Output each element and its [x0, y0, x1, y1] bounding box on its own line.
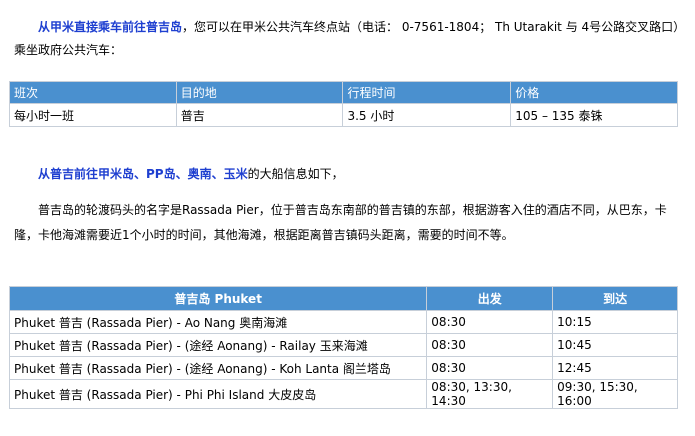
header-cell: 行程时间 — [342, 81, 512, 104]
arrival-cell: 09:30, 15:30, 16:00 — [552, 379, 678, 409]
boat-schedule-table: 普吉岛 Phuket 出发 到达 Phuket 普吉 (Rassada Pier… — [8, 286, 678, 409]
header-cell: 班次 — [9, 81, 177, 104]
departure-cell: 08:30 — [426, 310, 554, 334]
boat-intro-paragraph: 从普吉前往甲米岛、PP岛、奥南、玉米的大船信息如下， — [14, 163, 682, 186]
departure-cell: 08:30 — [426, 333, 554, 357]
route-cell: Phuket 普吉 (Rassada Pier) - (途经 Aonang) -… — [8, 333, 428, 357]
route-cell: Phuket 普吉 (Rassada Pier) - Ao Nang 奥南海滩 — [8, 310, 428, 334]
arrival-cell: 10:45 — [552, 333, 678, 357]
header-cell: 普吉岛 Phuket — [8, 286, 428, 311]
table-header-row: 班次 目的地 行程时间 价格 — [9, 81, 678, 104]
departure-cell: 08:30 — [426, 356, 554, 380]
arrival-cell: 12:45 — [552, 356, 678, 380]
table-row: Phuket 普吉 (Rassada Pier) - (途经 Aonang) -… — [8, 333, 678, 357]
table-row: Phuket 普吉 (Rassada Pier) - Ao Nang 奥南海滩 … — [8, 310, 678, 334]
intro-paragraph: 从甲米直接乘车前往普吉岛，您可以在甲米公共汽车终点站（电话： 0-7561-18… — [14, 16, 682, 62]
table-header-row: 普吉岛 Phuket 出发 到达 — [8, 286, 678, 311]
header-cell: 到达 — [552, 286, 678, 311]
table-row: Phuket 普吉 (Rassada Pier) - (途经 Aonang) -… — [8, 356, 678, 380]
departure-cell: 08:30, 13:30, 14:30 — [426, 379, 554, 409]
header-cell: 价格 — [510, 81, 678, 104]
arrival-cell: 10:15 — [552, 310, 678, 334]
header-cell: 目的地 — [175, 81, 344, 104]
boat-intro-highlight: 从普吉前往甲米岛、PP岛、奥南、玉米 — [38, 167, 248, 181]
header-cell: 出发 — [426, 286, 554, 311]
table-row: 每小时一班 普吉 3.5 小时 105 – 135 泰铢 — [9, 103, 678, 127]
pier-paragraph: 普吉岛的轮渡码头的名字是Rassada Pier，位于普吉岛东南部的普吉镇的东部… — [14, 203, 667, 242]
table-row: Phuket 普吉 (Rassada Pier) - Phi Phi Islan… — [8, 379, 678, 409]
route-cell: Phuket 普吉 (Rassada Pier) - (途经 Aonang) -… — [8, 356, 428, 380]
intro-highlight: 从甲米直接乘车前往普吉岛 — [38, 20, 183, 34]
bus-table: 班次 目的地 行程时间 价格 每小时一班 普吉 3.5 小时 105 – 135… — [9, 81, 678, 127]
boat-intro-text: 的大船信息如下， — [247, 167, 344, 181]
table-cell: 3.5 小时 — [342, 103, 512, 127]
table-cell: 普吉 — [175, 103, 344, 127]
table-cell: 每小时一班 — [9, 103, 177, 127]
table-cell: 105 – 135 泰铢 — [510, 103, 678, 127]
route-cell: Phuket 普吉 (Rassada Pier) - Phi Phi Islan… — [8, 379, 428, 409]
